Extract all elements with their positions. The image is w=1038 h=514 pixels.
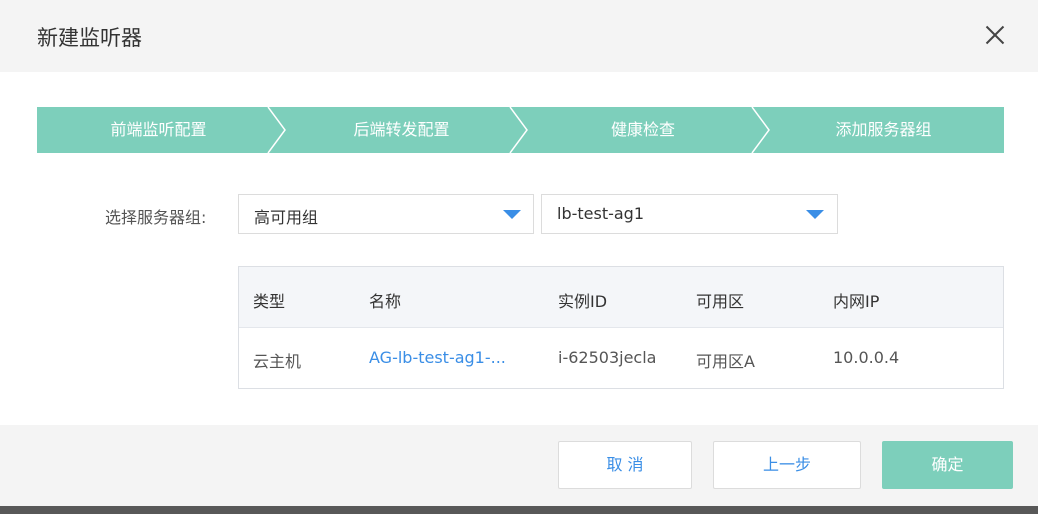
new-listener-dialog: 新建监听器 前端监听配置 后端转发配置 健康检查 添加服务器组 选择服务器组: … [0, 0, 1038, 506]
group-type-select[interactable]: 高可用组 [238, 194, 534, 234]
caret-down-icon [503, 210, 521, 219]
server-group-label: 选择服务器组: [105, 208, 207, 227]
dialog-footer: 取 消 上一步 确定 [0, 425, 1038, 506]
cell-instance-id: i-62503jecla [558, 348, 657, 367]
cancel-button[interactable]: 取 消 [558, 441, 692, 489]
confirm-button[interactable]: 确定 [882, 441, 1013, 489]
cell-zone: 可用区A [696, 352, 755, 371]
step-progress-bar: 前端监听配置 后端转发配置 健康检查 添加服务器组 [37, 107, 1004, 153]
column-header-private-ip: 内网IP [833, 292, 880, 311]
table-header: 类型 名称 实例ID 可用区 内网IP [239, 267, 1003, 328]
server-group-select[interactable]: lb-test-ag1 [541, 194, 838, 234]
column-header-instance-id: 实例ID [558, 292, 608, 311]
column-header-type: 类型 [253, 292, 286, 311]
dialog-title: 新建监听器 [37, 26, 142, 50]
server-group-value: lb-test-ag1 [557, 204, 645, 223]
caret-down-icon [806, 210, 824, 219]
cell-name-link[interactable]: AG-lb-test-ag1-... [369, 348, 506, 367]
step-health-check: 健康检查 [610, 120, 675, 139]
close-icon[interactable] [980, 20, 1010, 50]
server-table: 类型 名称 实例ID 可用区 内网IP 云主机 AG-lb-test-ag1-.… [238, 266, 1004, 389]
column-header-name: 名称 [369, 292, 402, 311]
column-header-zone: 可用区 [696, 292, 745, 311]
step-frontend-listener: 前端监听配置 [110, 120, 207, 139]
step-backend-forwarding: 后端转发配置 [353, 120, 450, 139]
dialog-header: 新建监听器 [0, 0, 1038, 72]
previous-step-button[interactable]: 上一步 [713, 441, 861, 489]
cell-type: 云主机 [253, 352, 302, 371]
group-type-value: 高可用组 [254, 208, 319, 227]
step-add-server-group: 添加服务器组 [835, 120, 932, 139]
cell-private-ip: 10.0.0.4 [833, 348, 900, 367]
